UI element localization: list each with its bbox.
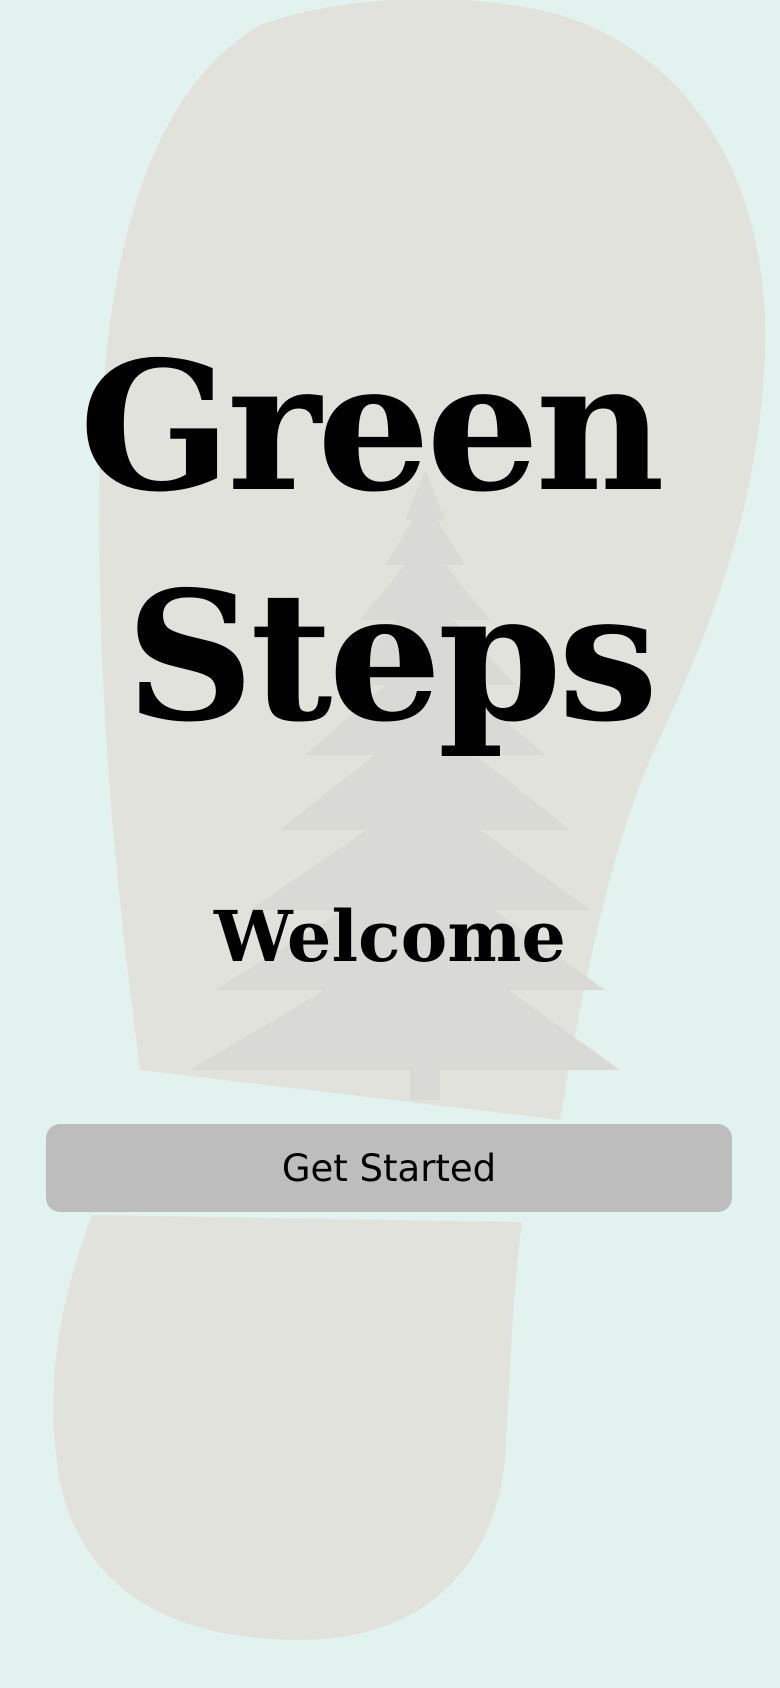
get-started-button[interactable]: Get Started [46,1124,732,1212]
get-started-label: Get Started [281,1146,497,1190]
footprint-icon [53,0,766,1640]
background-illustration [53,0,766,1640]
app-title-line2: Steps [125,552,659,761]
welcome-heading: Welcome [214,895,566,978]
app-title-line1: Green [79,322,665,531]
footprint-heel [53,1215,522,1640]
